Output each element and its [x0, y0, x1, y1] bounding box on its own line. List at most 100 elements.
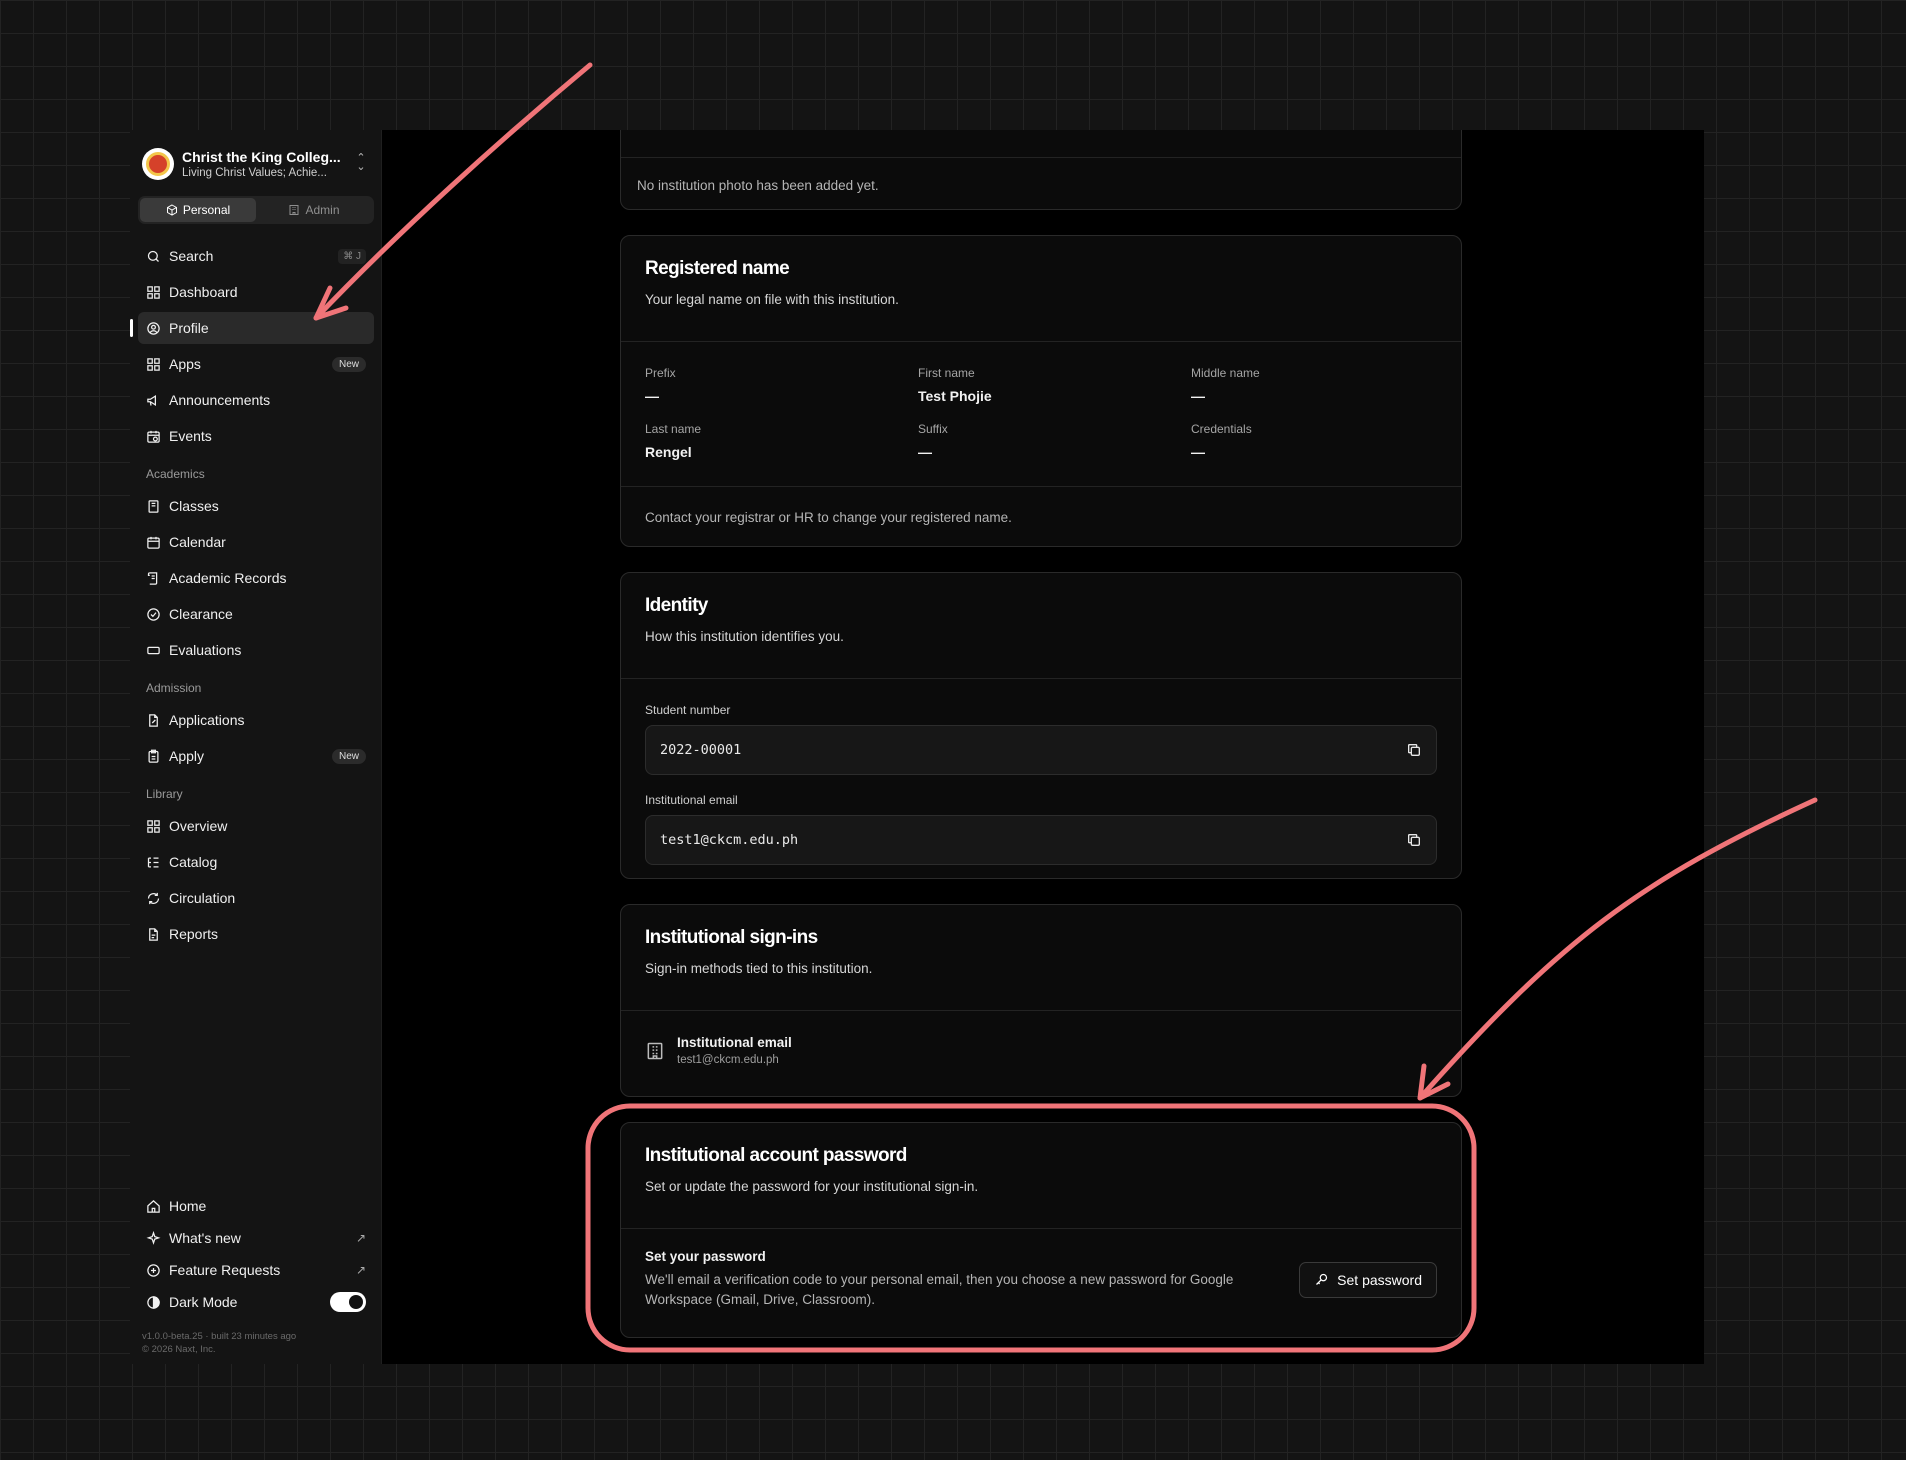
- sidebar-item-classes[interactable]: Classes: [138, 490, 374, 522]
- sidebar-item-events[interactable]: Events: [138, 420, 374, 452]
- list-tree-icon: [147, 857, 159, 867]
- sidebar-item-label: Classes: [169, 498, 219, 514]
- sidebar-item-apply[interactable]: Apply New: [138, 740, 374, 772]
- institutional-email-value: test1@ckcm.edu.ph: [660, 832, 799, 848]
- sign-in-method-label: Institutional email: [677, 1035, 792, 1050]
- building-icon: [289, 205, 299, 215]
- sidebar-item-home[interactable]: Home: [138, 1190, 374, 1222]
- sidebar-item-dark-mode: Dark Mode: [138, 1286, 374, 1318]
- set-password-description: We'll email a verification code to your …: [645, 1270, 1299, 1310]
- sidebar-item-whats-new[interactable]: What's new ↗: [138, 1222, 374, 1254]
- set-password-title: Set your password: [645, 1249, 766, 1264]
- sign-in-method: Institutional email test1@ckcm.edu.ph: [621, 1011, 1461, 1066]
- group-label-library: Library: [146, 787, 183, 801]
- field-last-name: Last name Rengel: [645, 422, 702, 460]
- org-logo: [142, 148, 174, 180]
- copyright-text: © 2026 Naxt, Inc.: [142, 1344, 216, 1355]
- sidebar-item-evaluations[interactable]: Evaluations: [138, 634, 374, 666]
- set-password-desc-line-2: Workspace (Gmail, Drive, Classroom).: [645, 1292, 876, 1307]
- clipboard-icon: [148, 749, 159, 763]
- org-switcher[interactable]: Christ the King Colleg... Living Christ …: [142, 144, 374, 184]
- plus-circle-icon: [147, 1263, 160, 1277]
- new-badge: New: [331, 356, 366, 372]
- student-number-field: 2022-00001: [645, 725, 1437, 775]
- sidebar-item-overview[interactable]: Overview: [138, 810, 374, 842]
- set-password-row: Set your password We'll email a verifica…: [621, 1229, 1461, 1310]
- sidebar-item-label: Announcements: [169, 392, 271, 408]
- copy-icon[interactable]: [1406, 832, 1422, 848]
- org-name: Christ the King Colleg...: [182, 149, 341, 165]
- org-tagline: Living Christ Values; Achie...: [182, 167, 327, 179]
- sidebar-item-label: Reports: [169, 926, 219, 942]
- field-credentials: Credentials —: [1191, 422, 1252, 460]
- sidebar-item-label: Evaluations: [169, 642, 242, 658]
- tab-personal[interactable]: Personal: [140, 198, 256, 222]
- field-middle-name: Middle name —: [1191, 366, 1260, 404]
- institutional-email-field: test1@ckcm.edu.ph: [645, 815, 1437, 865]
- calendar-clock-icon: [147, 430, 160, 443]
- refresh-icon: [147, 892, 160, 904]
- set-password-label: Set password: [1337, 1271, 1422, 1288]
- sidebar-item-dashboard[interactable]: Dashboard: [138, 276, 374, 308]
- building-icon: [647, 1042, 663, 1059]
- set-password-button[interactable]: Set password: [1299, 1261, 1437, 1298]
- account-password-card: Institutional account password Set or up…: [620, 1122, 1462, 1338]
- card-title: Institutional account password: [645, 1145, 907, 1166]
- grid-icon: [147, 285, 160, 299]
- institution-photo-card: No institution photo has been added yet.: [620, 130, 1462, 210]
- book-icon: [148, 499, 159, 513]
- institutional-email-label: Institutional email: [645, 793, 738, 807]
- sidebar-item-label: Overview: [169, 818, 228, 834]
- app-window: Christ the King Colleg... Living Christ …: [130, 130, 1704, 1364]
- sidebar-item-announcements[interactable]: Announcements: [138, 384, 374, 416]
- card-title: Registered name: [645, 258, 790, 279]
- sidebar-item-label: Catalog: [169, 854, 218, 870]
- student-number-value: 2022-00001: [660, 742, 742, 758]
- scroll-icon: [147, 571, 158, 585]
- apps-icon: [147, 357, 160, 371]
- active-indicator: [130, 319, 133, 337]
- sidebar-item-apps[interactable]: Apps New: [138, 348, 374, 380]
- card-title: Institutional sign-ins: [645, 927, 818, 948]
- sidebar-item-academic-records[interactable]: Academic Records: [138, 562, 374, 594]
- sidebar-item-label: Dark Mode: [169, 1294, 238, 1310]
- field-first-name: First name Test Phojie: [918, 366, 992, 404]
- sidebar-item-reports[interactable]: Reports: [138, 918, 374, 950]
- sign-in-method-value: test1@ckcm.edu.ph: [677, 1054, 779, 1066]
- sidebar-item-label: Circulation: [169, 890, 236, 906]
- card-description: Set or update the password for your inst…: [645, 1179, 979, 1194]
- external-link-icon: ↗: [355, 1263, 366, 1277]
- field-suffix: Suffix —: [918, 422, 948, 460]
- sidebar-item-label: Search: [169, 248, 214, 264]
- copy-icon[interactable]: [1406, 742, 1422, 758]
- sidebar-item-label: Clearance: [169, 606, 233, 622]
- sign-ins-card: Institutional sign-ins Sign-in methods t…: [620, 904, 1462, 1097]
- sidebar-item-circulation[interactable]: Circulation: [138, 882, 374, 914]
- sidebar-item-calendar[interactable]: Calendar: [138, 526, 374, 558]
- user-circle-icon: [147, 321, 160, 335]
- version-text: v1.0.0-beta.25 · built 23 minutes ago: [142, 1331, 297, 1342]
- card-title: Identity: [645, 595, 708, 616]
- field-prefix: Prefix —: [645, 366, 676, 404]
- mode-switch: Personal Admin: [138, 196, 374, 224]
- sidebar-item-applications[interactable]: Applications: [138, 704, 374, 736]
- sidebar-item-label: Calendar: [169, 534, 226, 550]
- sidebar-item-feature-requests[interactable]: Feature Requests ↗: [138, 1254, 374, 1286]
- sidebar-item-label: Home: [169, 1198, 207, 1214]
- sidebar-item-label: Dashboard: [169, 284, 238, 300]
- tab-admin[interactable]: Admin: [256, 198, 372, 222]
- tab-personal-label: Personal: [182, 203, 231, 217]
- sidebar-item-label: Applications: [169, 712, 245, 728]
- sidebar-item-clearance[interactable]: Clearance: [138, 598, 374, 630]
- sidebar-item-search[interactable]: Search ⌘ J: [138, 240, 374, 272]
- sidebar-item-catalog[interactable]: Catalog: [138, 846, 374, 878]
- home-icon: [147, 1199, 160, 1213]
- group-label-academics: Academics: [146, 467, 205, 481]
- sidebar-item-label: Feature Requests: [169, 1262, 281, 1278]
- sparkles-icon: [146, 1230, 161, 1245]
- contrast-icon: [147, 1295, 160, 1309]
- card-description: Your legal name on file with this instit…: [645, 292, 899, 307]
- sidebar-item-profile[interactable]: Profile: [130, 312, 374, 344]
- sidebar: Christ the King Colleg... Living Christ …: [130, 130, 382, 1364]
- dark-mode-toggle[interactable]: [330, 1292, 366, 1312]
